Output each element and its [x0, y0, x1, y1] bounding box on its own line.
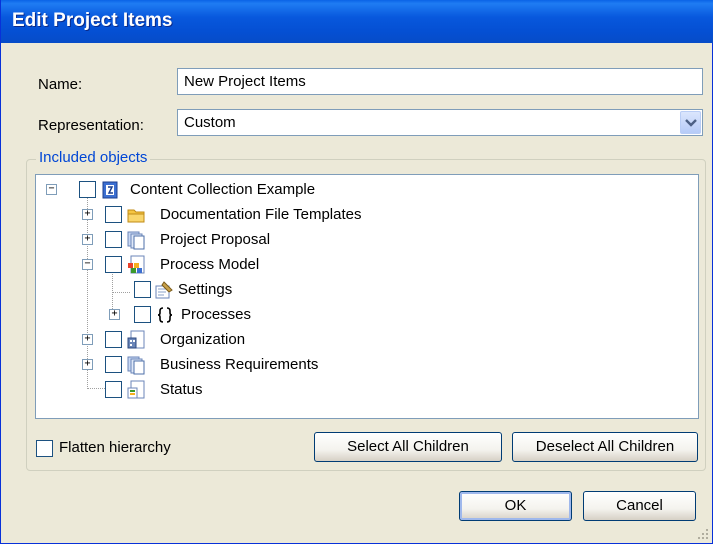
tree-checkbox[interactable]: [134, 281, 151, 298]
settings-icon: [155, 281, 173, 299]
representation-label: Representation:: [38, 117, 144, 134]
expand-toggle[interactable]: +: [82, 334, 93, 345]
tree-node-documentation-file-templates[interactable]: + Documentation File Templates: [36, 203, 696, 227]
process-model-icon: [128, 255, 145, 274]
edit-project-items-dialog: Edit Project Items Name: New Project Ite…: [0, 0, 713, 544]
deselect-all-children-button[interactable]: Deselect All Children: [512, 432, 698, 462]
tree-node-organization[interactable]: + Organization: [36, 328, 696, 352]
dialog-title: Edit Project Items: [12, 10, 173, 31]
name-input-value: New Project Items: [184, 73, 306, 90]
representation-select[interactable]: Custom: [177, 109, 703, 136]
name-input[interactable]: New Project Items: [177, 68, 703, 95]
expand-toggle[interactable]: +: [109, 309, 120, 320]
ok-button[interactable]: OK: [459, 491, 572, 521]
resize-grip-icon[interactable]: [697, 528, 709, 540]
tree-node-label: Settings: [178, 281, 233, 298]
included-objects-legend: Included objects: [36, 149, 151, 166]
tree-node-label: Processes: [181, 306, 252, 323]
included-objects-tree[interactable]: − Content Collection Example + Documenta…: [35, 174, 699, 419]
title-bar[interactable]: Edit Project Items: [1, 0, 713, 43]
collapse-toggle[interactable]: −: [46, 184, 57, 195]
document-stack-icon: [127, 231, 145, 250]
tree-checkbox[interactable]: [105, 331, 122, 348]
tree-node-processes[interactable]: + Processes: [36, 303, 696, 327]
expand-toggle[interactable]: +: [82, 359, 93, 370]
document-stack-icon: [127, 356, 145, 375]
tree-checkbox[interactable]: [105, 206, 122, 223]
status-icon: [127, 380, 145, 399]
tree-checkbox[interactable]: [79, 181, 96, 198]
braces-icon: [157, 307, 173, 323]
collapse-toggle[interactable]: −: [82, 259, 93, 270]
tree-node-label: Status: [160, 381, 203, 398]
tree-node-process-model[interactable]: − Process Model: [36, 253, 696, 277]
tree-checkbox[interactable]: [134, 306, 151, 323]
chevron-down-icon: [685, 119, 697, 127]
tree-node-content-collection-example[interactable]: − Content Collection Example: [36, 178, 696, 202]
cancel-button[interactable]: Cancel: [583, 491, 696, 521]
tree-node-label: Content Collection Example: [130, 181, 316, 198]
name-label: Name:: [38, 76, 83, 93]
organization-icon: [127, 330, 145, 349]
tree-checkbox[interactable]: [105, 256, 122, 273]
tree-node-label: Process Model: [160, 256, 260, 273]
folder-icon: [127, 209, 145, 223]
representation-value: Custom: [184, 114, 236, 131]
tree-node-label: Project Proposal: [160, 231, 271, 248]
tree-node-label: Business Requirements: [160, 356, 319, 373]
tree-checkbox[interactable]: [105, 356, 122, 373]
tree-node-project-proposal[interactable]: + Project Proposal: [36, 228, 696, 252]
flatten-hierarchy-checkbox[interactable]: [36, 440, 53, 457]
dropdown-arrow-button[interactable]: [680, 111, 701, 134]
tree-node-status[interactable]: Status: [36, 378, 696, 402]
tree-node-business-requirements[interactable]: + Business Requirements: [36, 353, 696, 377]
tree-node-label: Organization: [160, 331, 246, 348]
tree-node-label: Documentation File Templates: [160, 206, 362, 223]
content-collection-icon: [102, 181, 118, 199]
expand-toggle[interactable]: +: [82, 234, 93, 245]
tree-node-settings[interactable]: Settings: [36, 278, 696, 302]
expand-toggle[interactable]: +: [82, 209, 93, 220]
tree-checkbox[interactable]: [105, 381, 122, 398]
tree-checkbox[interactable]: [105, 231, 122, 248]
select-all-children-button[interactable]: Select All Children: [314, 432, 502, 462]
flatten-hierarchy-label: Flatten hierarchy: [59, 439, 171, 456]
